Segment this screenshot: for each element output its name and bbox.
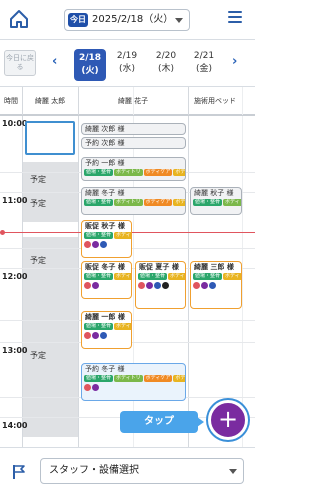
schedule-block-label: 予定 (30, 256, 46, 265)
time-label: 13:00 (2, 346, 28, 355)
day-tab[interactable]: 2/21 (金) (188, 50, 220, 80)
appointment-card[interactable]: 販促 夏子 様 値場・整骨 ボディ (135, 261, 186, 309)
appointment-card[interactable]: 綺麗 秋子 様 値場・整骨ボディトリ (190, 187, 242, 215)
appointment-card[interactable]: 販促 秋子 様 値場・整骨 ボディ (81, 220, 132, 258)
appointment-card[interactable]: 綺麗 次郎 様 (81, 123, 186, 135)
unavailable-block (22, 237, 78, 437)
time-label: 10:00 (2, 119, 28, 128)
day-tab[interactable]: 2/19 (水) (111, 50, 143, 80)
selected-time-slot[interactable] (25, 121, 75, 155)
time-label: 14:00 (2, 421, 28, 430)
date-navigation-bar: 今日に戻る ‹ 2/18 (火) 2/19 (水) 2/20 (木) 2/21 … (0, 40, 255, 87)
appointment-card[interactable]: 予約 一郎 様 値場・整骨ボディトリボディケアボディ (81, 157, 186, 181)
current-date: 2025/2/18（火） (92, 14, 174, 25)
schedule-grid: 時間 綺麗 太郎 綺麗 花子 施術用ベッド 10:00 11:00 12:00 … (0, 87, 255, 447)
add-appointment-button[interactable]: + (208, 400, 248, 440)
current-time-marker (0, 230, 5, 235)
schedule-block-label: 予定 (30, 351, 46, 360)
appointment-card[interactable]: 予約 冬子 様 値場・整骨ボディトリボディケアボディ (81, 363, 186, 401)
day-tab[interactable]: 2/20 (木) (150, 50, 182, 80)
appointment-card[interactable]: 予約 次郎 様 (81, 137, 186, 149)
appointment-card[interactable]: 綺麗 冬子 様 値場・整骨ボディトリボディケアボディ (81, 187, 186, 215)
chevron-down-icon (175, 18, 183, 23)
footer-bar: スタッフ・設備選択 (0, 447, 255, 495)
appointment-card[interactable]: 綺麗 一郎 様 値場・整骨 ボディ (81, 311, 132, 349)
next-day-arrow-icon[interactable]: › (232, 54, 237, 70)
column-header-staff: 綺麗 太郎 (22, 87, 78, 115)
hamburger-menu-icon[interactable] (228, 10, 242, 24)
schedule-block-label: 予定 (30, 175, 46, 184)
day-tab-selected[interactable]: 2/18 (火) (74, 49, 106, 81)
column-header-bed: 施術用ベッド (188, 87, 255, 115)
column-header-time: 時間 (0, 87, 22, 115)
staff-select-label: スタッフ・設備選択 (49, 465, 139, 476)
flag-icon[interactable] (12, 464, 26, 480)
home-icon[interactable] (8, 8, 30, 30)
app-header: 今日 2025/2/18（火） (0, 0, 255, 40)
appointment-card[interactable]: 販促 冬子 様 値場・整骨 ボディ (81, 261, 132, 299)
staff-equipment-select[interactable]: スタッフ・設備選択 (40, 458, 244, 484)
back-to-today-button[interactable]: 今日に戻る (4, 50, 36, 76)
schedule-block-label: 予定 (30, 199, 46, 208)
tooltip-arrow (197, 417, 204, 427)
time-label: 12:00 (2, 272, 28, 281)
today-badge: 今日 (68, 13, 88, 27)
tap-tooltip: タップ (120, 411, 198, 433)
prev-day-arrow-icon[interactable]: ‹ (52, 54, 57, 70)
chevron-down-icon (229, 469, 237, 474)
date-selector[interactable]: 今日 2025/2/18（火） (64, 9, 190, 31)
appointment-card[interactable]: 綺麗 三郎 様 値場・整骨 ボディ (190, 261, 242, 309)
time-label: 11:00 (2, 196, 28, 205)
